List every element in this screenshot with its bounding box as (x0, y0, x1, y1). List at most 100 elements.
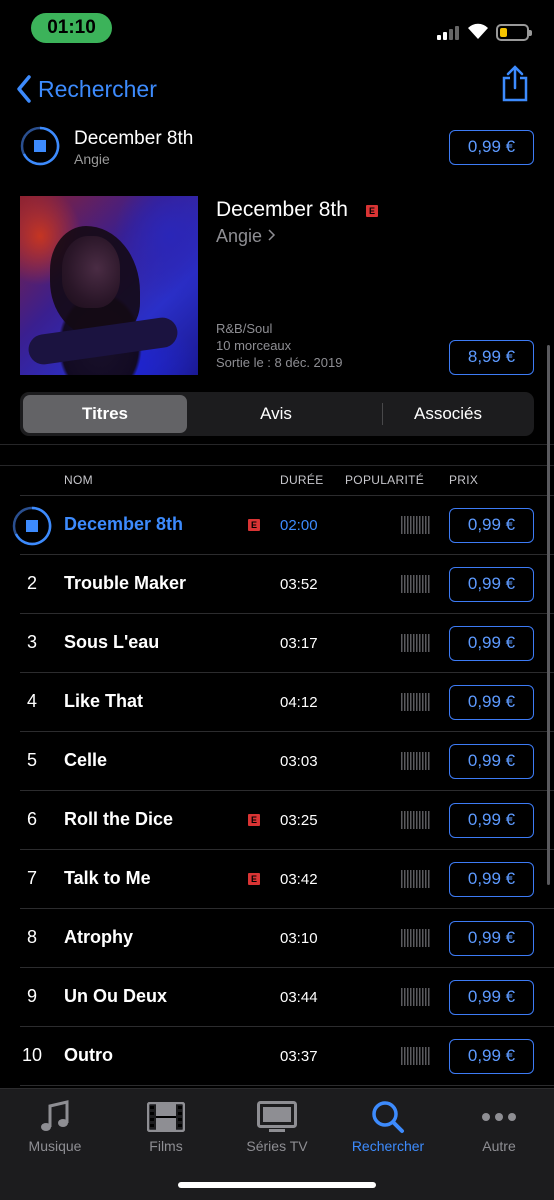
track-row[interactable]: 10 Outro 03:37 0,99 € (0, 1027, 554, 1086)
track-title: Celle (64, 750, 108, 770)
chevron-right-icon (268, 229, 276, 241)
track-row[interactable]: December 8th E 02:00 0,99 € (0, 496, 554, 555)
track-price-button[interactable]: 0,99 € (449, 980, 534, 1015)
track-number: 7 (26, 868, 37, 888)
popularity-bar (401, 575, 431, 593)
tabbar-label: Rechercher (351, 1138, 425, 1154)
album-artist: Angie (216, 226, 263, 246)
album-release-date: Sortie le : 8 déc. 2019 (216, 355, 343, 370)
wifi-icon (468, 23, 488, 39)
tabbar-label: Séries TV (246, 1138, 308, 1154)
track-row[interactable]: 9 Un Ou Deux 03:44 0,99 € (0, 968, 554, 1027)
track-price-button[interactable]: 0,99 € (449, 626, 534, 661)
scrollbar[interactable] (547, 345, 550, 885)
tabbar-label: Autre (482, 1138, 516, 1154)
track-number: 10 (21, 1045, 43, 1065)
track-price-button[interactable]: 0,99 € (449, 567, 534, 602)
now-playing-title: December 8th (74, 128, 194, 149)
popularity-bar (401, 811, 431, 829)
chevron-left-icon (17, 75, 31, 103)
track-row[interactable]: 7 Talk to Me E 03:42 0,99 € (0, 850, 554, 909)
back-button[interactable]: Rechercher (16, 70, 157, 108)
track-duration: 03:03 (280, 753, 318, 770)
column-header-popularity: POPULARITÉ (345, 473, 425, 487)
popularity-bar (401, 634, 431, 652)
explicit-badge: E (366, 205, 378, 217)
popularity-bar (401, 693, 431, 711)
track-duration: 03:42 (280, 871, 318, 888)
track-title: Un Ou Deux (64, 986, 168, 1006)
film-icon (147, 1102, 185, 1132)
track-row[interactable]: 2 Trouble Maker 03:52 0,99 € (0, 555, 554, 614)
track-number: 4 (26, 691, 37, 711)
track-price-button[interactable]: 0,99 € (449, 1039, 534, 1074)
track-row[interactable]: 6 Roll the Dice E 03:25 0,99 € (0, 791, 554, 850)
explicit-badge: E (248, 814, 260, 826)
track-number: 9 (26, 986, 37, 1006)
status-bar: 01:10 (0, 0, 554, 56)
stop-preview-icon[interactable] (20, 126, 60, 166)
popularity-bar (401, 988, 431, 1006)
tabbar-item-films[interactable]: Films (111, 1099, 221, 1154)
battery-icon (496, 24, 532, 41)
explicit-badge: E (248, 873, 260, 885)
track-title: Talk to Me (64, 868, 151, 888)
popularity-bar (401, 752, 431, 770)
track-price-button[interactable]: 0,99 € (449, 508, 534, 543)
popularity-bar (401, 929, 431, 947)
album-artist-link[interactable]: Angie (216, 226, 276, 247)
stop-preview-icon[interactable] (12, 506, 52, 546)
cellular-signal-icon (437, 26, 459, 40)
music-note-icon (41, 1100, 69, 1131)
now-playing-artist: Angie (74, 151, 110, 167)
search-icon (372, 1101, 404, 1133)
share-icon[interactable] (500, 64, 530, 102)
tabbar-item-musique[interactable]: Musique (0, 1099, 110, 1154)
track-number: 6 (26, 809, 37, 829)
track-title: Sous L'eau (64, 632, 160, 652)
tabbar-item-series-tv[interactable]: Séries TV (222, 1099, 332, 1154)
tv-icon (257, 1101, 297, 1132)
track-price-button[interactable]: 0,99 € (449, 921, 534, 956)
popularity-bar (401, 516, 431, 534)
track-price-button[interactable]: 0,99 € (449, 685, 534, 720)
tabbar-label: Films (149, 1138, 183, 1154)
tabbar-label: Musique (28, 1138, 82, 1154)
track-row[interactable]: 4 Like That 04:12 0,99 € (0, 673, 554, 732)
track-duration: 03:10 (280, 930, 318, 947)
segmented-control: Titres Avis Associés (20, 392, 534, 436)
track-number: 5 (26, 750, 37, 770)
track-duration: 03:25 (280, 812, 318, 829)
tabbar-item-autre[interactable]: Autre (444, 1099, 554, 1154)
album-title: December 8th (216, 198, 348, 221)
album-price-button[interactable]: 8,99 € (449, 340, 534, 375)
track-title: Outro (64, 1045, 113, 1065)
track-price-button[interactable]: 0,99 € (449, 744, 534, 779)
track-row[interactable]: 5 Celle 03:03 0,99 € (0, 732, 554, 791)
divider (0, 465, 554, 466)
back-label: Rechercher (38, 75, 157, 102)
status-time: 01:10 (31, 13, 112, 43)
tab-avis[interactable]: Avis (190, 395, 362, 433)
tabbar-item-rechercher[interactable]: Rechercher (333, 1099, 443, 1154)
column-header-name: NOM (64, 473, 93, 487)
explicit-badge: E (248, 519, 260, 531)
tab-titres[interactable]: Titres (23, 395, 187, 433)
track-number: 2 (26, 573, 37, 593)
track-duration: 03:37 (280, 1048, 318, 1065)
track-price-button[interactable]: 0,99 € (449, 803, 534, 838)
track-price-button[interactable]: 0,99 € (449, 862, 534, 897)
divider (0, 444, 554, 445)
column-header-duration: DURÉE (280, 473, 324, 487)
track-number: 8 (26, 927, 37, 947)
now-playing-price-button[interactable]: 0,99 € (449, 130, 534, 165)
album-genre: R&B/Soul (216, 321, 273, 336)
popularity-bar (401, 1047, 431, 1065)
track-duration: 02:00 (280, 517, 318, 534)
track-duration: 04:12 (280, 694, 318, 711)
album-cover[interactable] (20, 196, 198, 375)
track-row[interactable]: 3 Sous L'eau 03:17 0,99 € (0, 614, 554, 673)
track-title: December 8th (64, 514, 184, 534)
tab-associes[interactable]: Associés (362, 395, 534, 433)
track-row[interactable]: 8 Atrophy 03:10 0,99 € (0, 909, 554, 968)
